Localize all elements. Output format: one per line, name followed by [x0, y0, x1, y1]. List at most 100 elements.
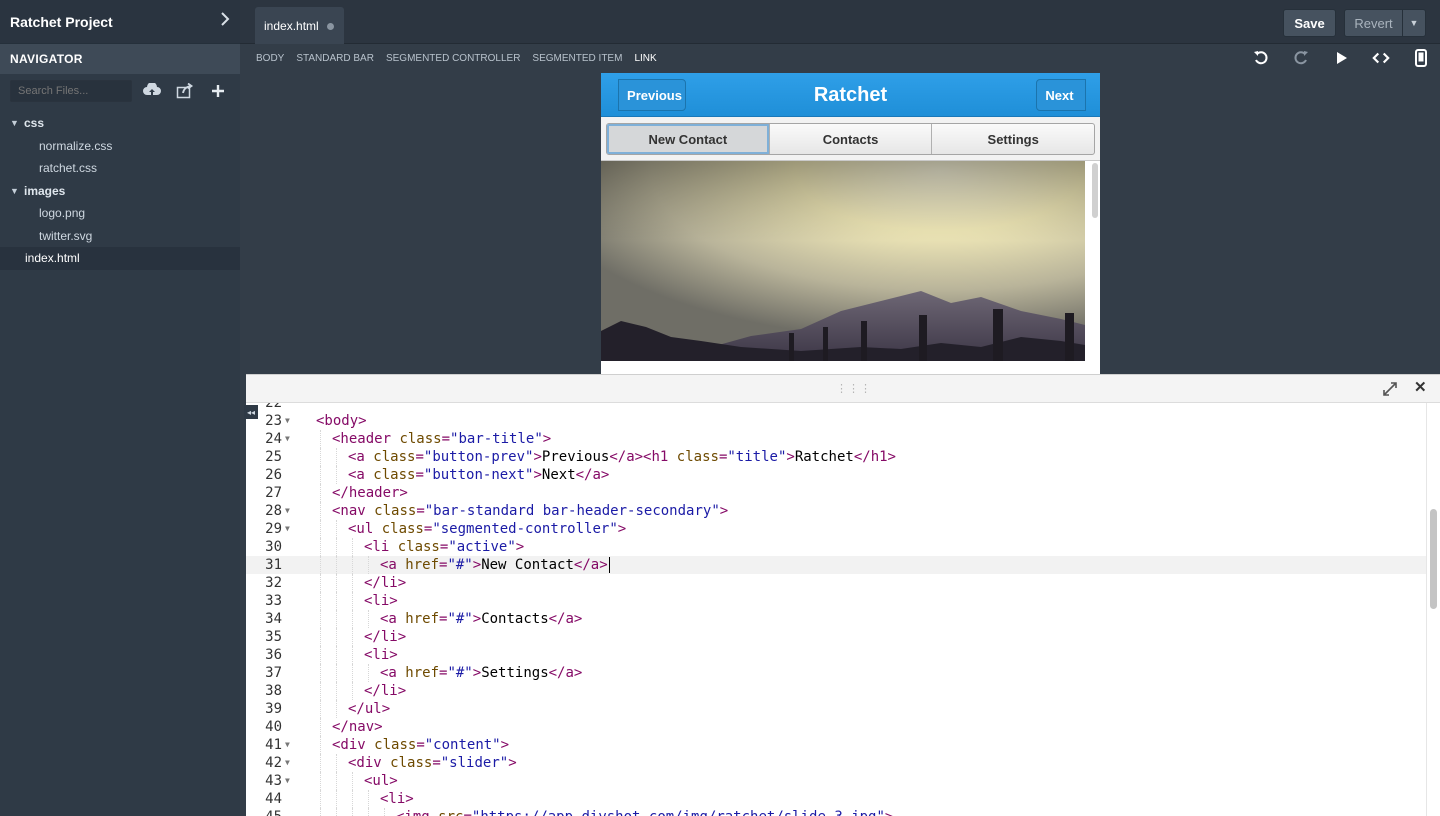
breadcrumb-standard-bar[interactable]: STANDARD BAR: [296, 53, 374, 64]
code-line[interactable]: 37 <a href="#">Settings</a>: [246, 664, 1426, 682]
revert-dropdown-icon[interactable]: ▼: [1402, 9, 1426, 37]
indent-guide: [320, 718, 321, 736]
scrollbar-thumb[interactable]: [1430, 509, 1437, 609]
file-ratchet-css[interactable]: ratchet.css: [0, 157, 240, 180]
mobile-device-icon[interactable]: [1412, 49, 1430, 67]
code-line[interactable]: 38 </li>: [246, 682, 1426, 700]
editor-header[interactable]: ⋮⋮⋮ ✕: [246, 375, 1440, 403]
indent-guide: [336, 556, 337, 574]
folder-css[interactable]: ▼ css: [0, 112, 240, 135]
indent-guide: [336, 790, 337, 808]
code-line[interactable]: 30 <li class="active">: [246, 538, 1426, 556]
fold-arrow-icon[interactable]: ▼: [285, 772, 290, 790]
code-text: <header class="bar-title">: [332, 431, 552, 447]
code-line[interactable]: 27 </header>: [246, 484, 1426, 502]
play-icon[interactable]: [1332, 49, 1350, 67]
tab-label: index.html: [264, 18, 319, 33]
indent-guide: [336, 610, 337, 628]
line-number: 40: [265, 719, 282, 735]
breadcrumb-segmented-item[interactable]: SEGMENTED ITEM: [532, 53, 622, 64]
revert-button[interactable]: Revert: [1344, 9, 1403, 37]
segment-new-contact[interactable]: New Contact: [607, 124, 770, 154]
code-text: <a href="#">Settings</a>: [380, 665, 583, 681]
fold-arrow-icon[interactable]: ▼: [285, 520, 290, 538]
indent-guide: [352, 790, 353, 808]
code-line[interactable]: 36 <li>: [246, 646, 1426, 664]
indent-guide: [368, 790, 369, 808]
file-label: twitter.svg: [39, 228, 93, 243]
code-line[interactable]: 34 <a href="#">Contacts</a>: [246, 610, 1426, 628]
code-line[interactable]: 42 ▼ <div class="slider">: [246, 754, 1426, 772]
next-button[interactable]: Next: [1036, 79, 1086, 111]
breadcrumb-link[interactable]: LINK: [634, 53, 656, 64]
code-line[interactable]: 35 </li>: [246, 628, 1426, 646]
search-files-input[interactable]: [10, 80, 132, 102]
breadcrumb-segmented-controller[interactable]: SEGMENTED CONTROLLER: [386, 53, 520, 64]
code-line[interactable]: 39 </ul>: [246, 700, 1426, 718]
indent-guide: [352, 628, 353, 646]
code-line[interactable]: 31 <a href="#">New Contact</a>​: [246, 556, 1426, 574]
upload-icon[interactable]: [140, 80, 165, 102]
code-line[interactable]: 43 ▼ <ul>: [246, 772, 1426, 790]
fold-arrow-icon[interactable]: ▼: [285, 736, 290, 754]
code-line[interactable]: 25 <a class="button-prev">Previous</a><h1…: [246, 448, 1426, 466]
code-text: <li>: [380, 791, 414, 807]
undo-icon[interactable]: [1252, 49, 1270, 67]
code-line[interactable]: 28 ▼ <nav class="bar-standard bar-header-s…: [246, 502, 1426, 520]
expand-icon[interactable]: [1382, 381, 1398, 397]
file-logo-png[interactable]: logo.png: [0, 202, 240, 225]
code-line[interactable]: 33 <li>: [246, 592, 1426, 610]
add-file-icon[interactable]: [205, 80, 230, 102]
breadcrumb-body[interactable]: BODY: [256, 53, 284, 64]
code-text: <li class="active">: [364, 539, 525, 555]
folder-images[interactable]: ▼ images: [0, 180, 240, 203]
previous-button[interactable]: Previous: [618, 79, 686, 111]
code-line[interactable]: 40 </nav>: [246, 718, 1426, 736]
drag-handle-icon[interactable]: ⋮⋮⋮: [836, 382, 872, 395]
caret-down-icon[interactable]: ▼: [10, 118, 24, 128]
code-line[interactable]: 41 ▼ <div class="content">: [246, 736, 1426, 754]
line-number: 31: [265, 557, 282, 573]
indent-guide: [320, 682, 321, 700]
code-view-icon[interactable]: [1372, 49, 1390, 67]
caret-down-icon[interactable]: ▼: [10, 186, 24, 196]
line-number: 25: [265, 449, 282, 465]
fold-arrow-icon[interactable]: ▼: [285, 502, 290, 520]
share-icon[interactable]: [173, 80, 198, 102]
tab-index-html[interactable]: index.html: [255, 7, 344, 44]
indent-guide: [320, 808, 321, 816]
text-cursor: ​: [608, 557, 610, 573]
project-header[interactable]: Ratchet Project: [0, 0, 240, 44]
fold-arrow-icon[interactable]: ▼: [285, 430, 290, 448]
preview-scrollbar[interactable]: [1092, 163, 1098, 218]
file-twitter-svg[interactable]: twitter.svg: [0, 225, 240, 248]
breadcrumb: BODY STANDARD BAR SEGMENTED CONTROLLER S…: [240, 44, 1440, 73]
code-text: </li>: [364, 629, 407, 645]
file-normalize-css[interactable]: normalize.css: [0, 135, 240, 158]
code-text: <ul class="segmented-controller">: [348, 521, 627, 537]
chevron-right-icon[interactable]: [220, 12, 230, 31]
code-line[interactable]: 44 <li>: [246, 790, 1426, 808]
save-button[interactable]: Save: [1283, 9, 1336, 37]
code-line[interactable]: 32 </li>: [246, 574, 1426, 592]
editor-scrollbar[interactable]: [1426, 403, 1440, 816]
segment-settings[interactable]: Settings: [932, 124, 1094, 154]
segment-contacts[interactable]: Contacts: [770, 124, 933, 154]
fold-arrow-icon[interactable]: ▼: [285, 412, 290, 430]
line-number: 28: [265, 503, 282, 519]
fold-arrow-icon[interactable]: ▼: [285, 754, 290, 772]
code-line[interactable]: 45 <img src="https://app.divshot.com/img/…: [246, 808, 1426, 816]
close-icon[interactable]: ✕: [1414, 380, 1430, 396]
redo-icon[interactable]: [1292, 49, 1310, 67]
code-line[interactable]: 26 <a class="button-next">Next</a>: [246, 466, 1426, 484]
unsaved-dot-icon[interactable]: [327, 23, 334, 30]
indent-guide: [336, 448, 337, 466]
file-label: logo.png: [39, 206, 86, 221]
file-index-html[interactable]: index.html: [0, 247, 240, 270]
code-line[interactable]: 24 ▼ <header class="bar-title">: [246, 430, 1426, 448]
code-line[interactable]: 29 ▼ <ul class="segmented-controller">: [246, 520, 1426, 538]
code-line[interactable]: 23 ▼ <body>: [246, 412, 1426, 430]
code-line[interactable]: 22: [246, 403, 1426, 412]
code-area[interactable]: 22 23 ▼ <body> 24 ▼ <header class="bar-title">…: [246, 403, 1426, 816]
tab-bar: index.html Save Revert ▼: [240, 0, 1440, 44]
